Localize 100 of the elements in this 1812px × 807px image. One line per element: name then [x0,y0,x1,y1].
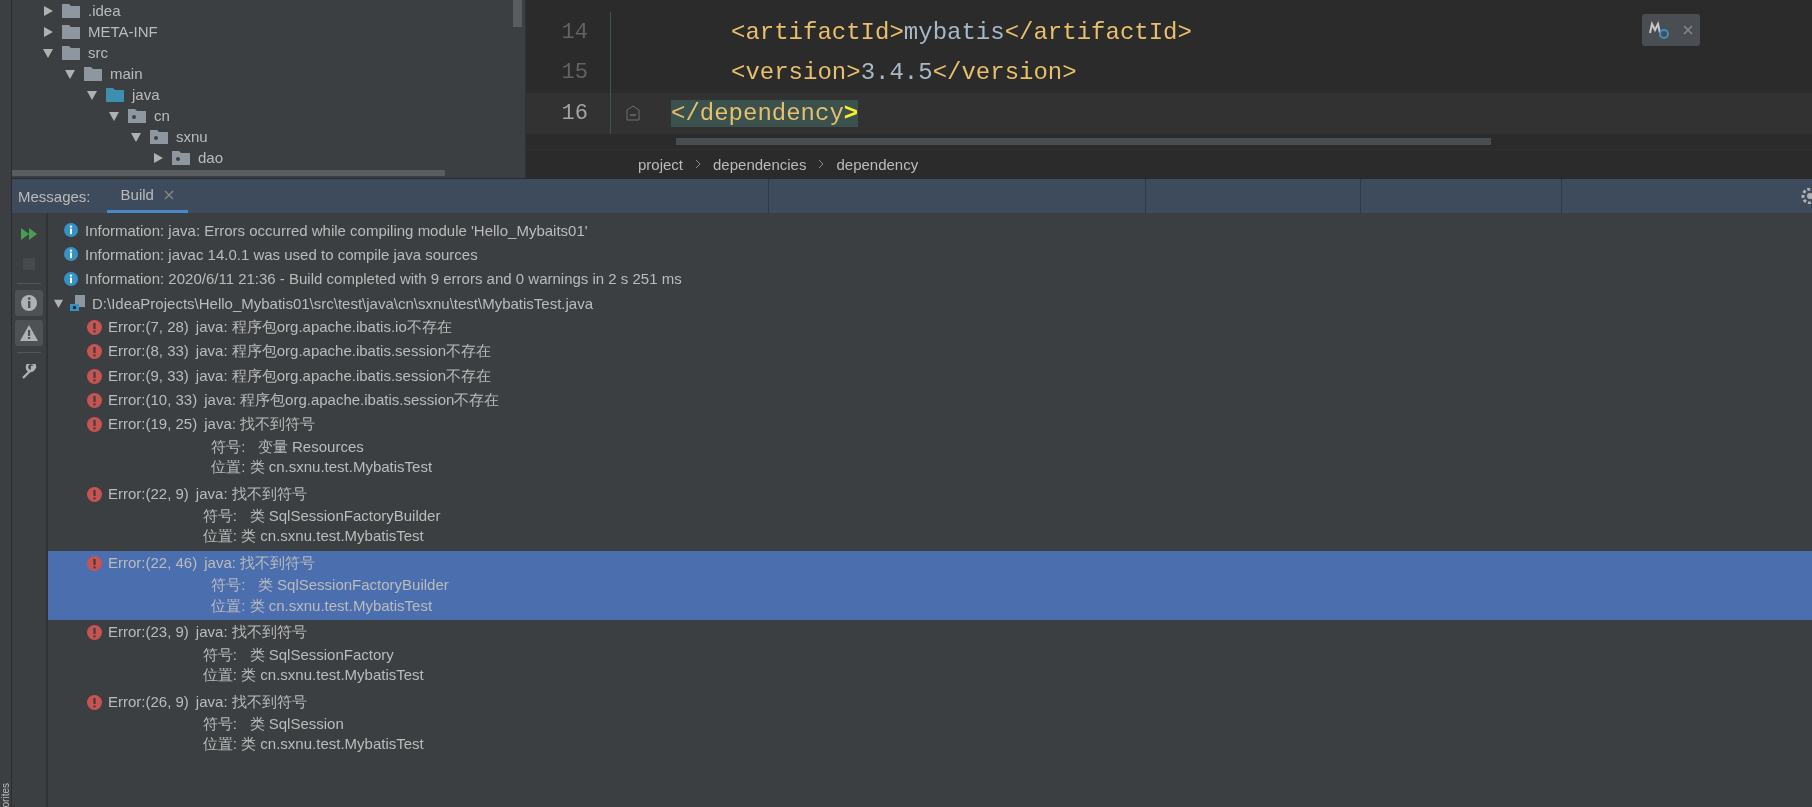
error-message: java: 程序包org.apache.ibatis.session不存在 [195,341,491,362]
expand-arrow-icon[interactable] [42,4,54,17]
error-detail: 位置: 类 cn.sxnu.test.MybatisTest [201,526,425,547]
error-icon [87,486,102,502]
folder-icon [62,3,80,18]
tree-item[interactable]: sxnu [176,128,208,145]
info-message[interactable]: Information: javac 14.0.1 was used to compile java sources [85,245,478,263]
folder-icon [106,87,124,102]
error-detail: 符号: 变量 Resources [210,436,365,457]
error-position: Error:(10, 33) [108,390,198,411]
error-detail: 符号: 类 SqlSessionFactoryBuilder [201,505,441,526]
error-message: java: 找不到符号 [195,483,308,504]
code-line: </dependency> [670,99,859,127]
collapse-arrow-icon[interactable] [53,297,64,309]
error-message: java: 找不到符号 [195,622,308,643]
info-filter-icon[interactable] [15,290,43,316]
error-icon [87,555,102,571]
error-icon [87,368,102,384]
fold-icon[interactable] [626,105,640,122]
scrollbar[interactable] [12,170,445,176]
tree-item[interactable]: src [88,44,108,61]
error-detail: 符号: 类 SqlSessionFactoryBuilder [210,575,449,596]
error-message: java: 找不到符号 [195,691,308,712]
package-icon [128,108,146,123]
collapse-arrow-icon[interactable] [108,109,120,122]
info-message[interactable]: Information: java: Errors occurred while compiling module 'Hello_Mybaits01' [85,221,588,239]
tree-item[interactable]: META-INF [88,23,158,40]
folder-icon [62,45,80,60]
collapse-arrow-icon[interactable] [64,67,76,80]
error-position: Error:(22, 9) [108,483,189,504]
error-detail: 符号: 类 SqlSessionFactory [201,644,395,665]
expand-arrow-icon[interactable] [42,25,54,38]
breadcrumb[interactable]: dependencies [713,155,807,173]
warning-filter-icon[interactable] [15,320,43,346]
collapse-arrow-icon[interactable] [130,130,142,143]
package-icon [172,150,190,165]
info-icon [64,247,78,262]
error-detail: 位置: 类 cn.sxnu.test.MybatisTest [210,595,434,616]
scrollbar[interactable] [676,138,1491,145]
error-item[interactable]: Error:(7, 28) java: 程序包org.apache.ibatis.io不存在 [48,315,1812,340]
error-item[interactable]: Error:(26, 9) java: 找不到符号 符号: 类 SqlSession 位置: 类 cn.sxnu.test.MybatisTest [48,689,1812,759]
error-message: java: 程序包org.apache.ibatis.io不存在 [195,317,452,338]
tree-item[interactable]: dao [198,149,224,166]
tool-window-label[interactable]: orites [0,782,11,807]
tree-item[interactable]: main [110,65,143,82]
tree-item[interactable]: cn [154,107,170,124]
folder-icon [62,24,80,39]
line-number: 14 [560,19,588,45]
expand-arrow-icon[interactable] [152,151,164,164]
package-icon [150,129,168,144]
error-detail: 位置: 类 cn.sxnu.test.MybatisTest [210,457,433,478]
collapse-arrow-icon[interactable] [42,46,54,59]
breadcrumb[interactable]: project [638,155,684,173]
error-item[interactable]: Error:(9, 33) java: 程序包org.apache.ibatis.session不存在 [48,363,1812,389]
error-item[interactable]: Error:(8, 33) java: 程序包org.apache.ibatis.session不存在 [48,339,1812,364]
close-icon[interactable] [163,189,174,200]
error-position: Error:(23, 9) [108,622,189,643]
error-icon [87,625,102,641]
info-icon [64,271,78,286]
chevron-icon [695,159,702,169]
error-detail: 位置: 类 cn.sxnu.test.MybatisTest [201,734,424,755]
error-item[interactable]: Error:(22, 9) java: 找不到符号 符号: 类 SqlSessionFactoryBuilder 位置: 类 cn.sxnu.test.MybatisTest [48,481,1812,551]
file-path[interactable]: D:\IdeaProjects\Hello_Mybatis01\src\test\java\cn\sxnu\test\MybatisTest.java [92,294,594,312]
close-icon[interactable] [1683,25,1693,35]
error-position: Error:(9, 33) [108,365,189,386]
error-icon [87,417,102,433]
breadcrumb[interactable]: dependency [836,155,919,173]
error-item[interactable]: Error:(19, 25) java: 找不到符号 符号: 变量 Resources 位置: 类 cn.sxnu.test.MybatisTest [48,412,1812,482]
info-message[interactable]: Information: 2020/6/11 21:36 - Build completed with 9 errors and 0 warnings in 2 s 251 ms [85,270,682,288]
tree-item[interactable]: .idea [88,2,121,19]
line-number: 16 [560,100,588,126]
error-message: java: 程序包org.apache.ibatis.session不存在 [204,390,500,411]
java-file-icon [70,295,86,312]
scrollbar[interactable] [513,0,522,27]
error-position: Error:(7, 28) [108,317,189,338]
folder-icon [84,66,102,81]
info-icon [64,223,78,238]
error-message: java: 找不到符号 [204,552,317,573]
error-position: Error:(26, 9) [108,691,189,712]
maven-reload-icon[interactable] [1649,21,1669,39]
error-detail: 位置: 类 cn.sxnu.test.MybatisTest [201,665,424,686]
error-detail: 符号: 类 SqlSession [201,713,345,734]
chevron-icon [818,159,825,169]
error-icon [87,344,102,360]
tree-item[interactable]: java [132,86,160,103]
error-item[interactable]: Error:(10, 33) java: 程序包org.apache.ibatis.session不存在 [48,388,1812,413]
error-icon [87,320,102,336]
settings-icon[interactable] [1800,188,1812,204]
error-position: Error:(8, 33) [108,341,189,362]
tool-window-title: Messages: [17,186,92,207]
error-position: Error:(22, 46) [108,552,198,573]
notification-badge[interactable] [1642,14,1700,46]
error-message: java: 程序包org.apache.ibatis.session不存在 [195,365,491,386]
line-number: 15 [560,60,588,86]
collapse-arrow-icon[interactable] [86,88,98,101]
error-position: Error:(19, 25) [108,414,198,435]
code-line: <version>3.4.5</version> [730,59,1077,87]
error-message: java: 找不到符号 [204,414,317,435]
code-line: <artifactId>mybatis</artifactId> [730,18,1192,46]
error-item[interactable]: Error:(23, 9) java: 找不到符号 符号: 类 SqlSessionFactory 位置: 类 cn.sxnu.test.MybatisTest [48,620,1812,690]
